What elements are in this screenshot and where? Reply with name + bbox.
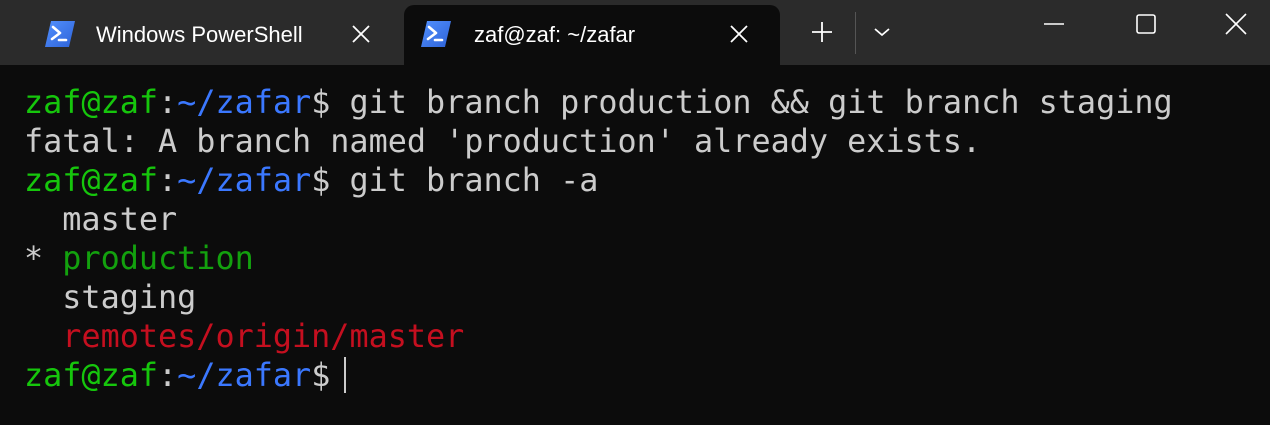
tab-label: Windows PowerShell — [96, 22, 303, 47]
close-icon — [1225, 13, 1247, 35]
powershell-icon — [44, 19, 76, 49]
remote-branch-name: remotes/origin/master — [62, 318, 465, 355]
chevron-down-icon — [874, 28, 890, 37]
branch-name: staging — [24, 279, 197, 316]
plus-icon — [812, 22, 832, 42]
minimize-icon — [1044, 23, 1064, 25]
prompt-path: ~/zafar — [177, 357, 312, 394]
command-text: git branch production && git branch stag… — [330, 84, 1173, 121]
terminal-line: zaf@zaf:~/zafar$ — [24, 356, 347, 395]
error-output: fatal: A branch named 'production' alrea… — [24, 123, 982, 160]
maximize-button[interactable] — [1106, 0, 1186, 48]
prompt-separator: : — [158, 84, 178, 121]
prompt-symbol: $ — [311, 357, 331, 394]
text-cursor — [344, 357, 347, 393]
close-icon[interactable] — [728, 23, 750, 45]
tab-separator — [855, 12, 856, 54]
prompt-user-host: zaf@zaf — [24, 162, 159, 199]
prompt-user-host: zaf@zaf — [24, 357, 159, 394]
terminal-line: * production — [24, 239, 254, 278]
close-icon[interactable] — [350, 23, 372, 45]
prompt-path: ~/zafar — [177, 162, 312, 199]
title-bar: Windows PowerShell zaf@zaf: ~/zafar — [0, 0, 1270, 65]
maximize-icon — [1136, 14, 1156, 34]
prompt-path: ~/zafar — [177, 84, 312, 121]
terminal-line: remotes/origin/master — [24, 317, 464, 356]
tab-label: zaf@zaf: ~/zafar — [474, 22, 636, 47]
tab-zaf-terminal[interactable]: zaf@zaf: ~/zafar — [404, 5, 780, 65]
powershell-icon — [420, 19, 452, 49]
tab-dropdown-button[interactable] — [868, 18, 896, 46]
prompt-user-host: zaf@zaf — [24, 84, 159, 121]
branch-indent — [24, 318, 62, 355]
close-window-button[interactable] — [1196, 0, 1270, 48]
prompt-separator: : — [158, 162, 178, 199]
branch-name: master — [24, 201, 178, 238]
prompt-symbol: $ — [311, 162, 331, 199]
tab-windows-powershell[interactable]: Windows PowerShell — [30, 5, 396, 65]
terminal-line: staging — [24, 278, 196, 317]
terminal-window: Windows PowerShell zaf@zaf: ~/zafar zaf@… — [0, 0, 1270, 425]
prompt-symbol: $ — [311, 84, 331, 121]
current-branch-name: production — [62, 240, 254, 277]
terminal-output[interactable]: zaf@zaf:~/zafar$ git branch production &… — [0, 65, 1270, 425]
prompt-separator: : — [158, 357, 178, 394]
terminal-line: zaf@zaf:~/zafar$ git branch production &… — [24, 83, 1173, 122]
terminal-line: zaf@zaf:~/zafar$ git branch -a — [24, 161, 598, 200]
terminal-line: fatal: A branch named 'production' alrea… — [24, 122, 981, 161]
command-text: git branch -a — [330, 162, 599, 199]
minimize-button[interactable] — [1014, 0, 1094, 48]
current-branch-marker: * — [24, 240, 63, 277]
terminal-line: master — [24, 200, 177, 239]
new-tab-button[interactable] — [806, 16, 838, 48]
